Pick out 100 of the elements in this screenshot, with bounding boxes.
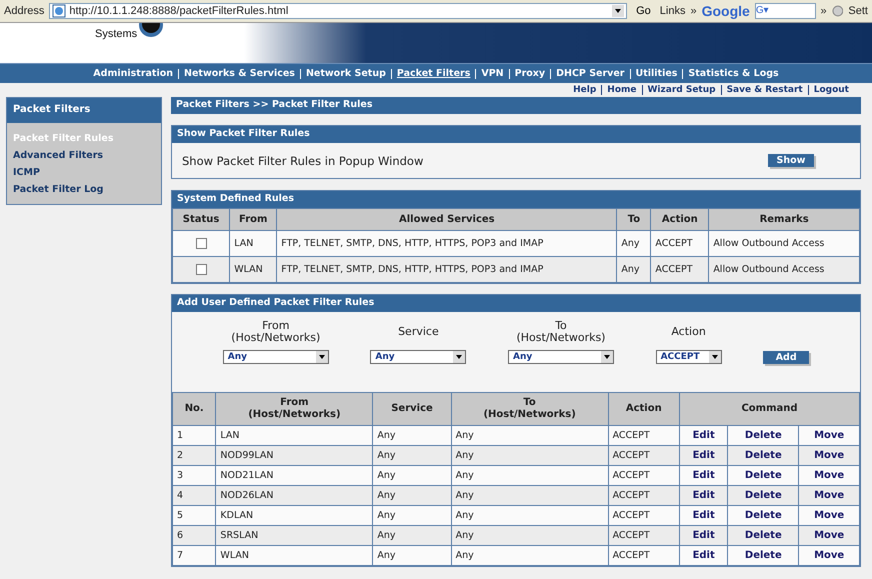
top-link[interactable]: Logout — [808, 85, 854, 95]
select-field[interactable]: ACCEPT — [656, 350, 722, 364]
table-cell: Any — [372, 446, 452, 466]
table-cell: LAN — [216, 426, 373, 446]
table-cell: Any — [451, 486, 608, 506]
sidebar-title: Packet Filters — [7, 98, 161, 123]
table-cell: Any — [372, 506, 452, 526]
show-button[interactable]: Show — [768, 154, 814, 167]
column-header: To — [616, 208, 651, 230]
sidebar-item[interactable]: Advanced Filters — [13, 150, 155, 161]
table-cell: NOD26LAN — [216, 486, 373, 506]
table-cell: Any — [451, 426, 608, 446]
column-header: Allowed Services — [276, 208, 617, 230]
status-checkbox[interactable] — [196, 264, 207, 275]
links-label[interactable]: Links — [660, 5, 686, 17]
top-link[interactable]: Home — [601, 85, 642, 95]
table-cell: 7 — [172, 546, 216, 566]
popup-text: Show Packet Filter Rules in Popup Window — [182, 154, 424, 168]
section-title: System Defined Rules — [172, 191, 860, 208]
status-checkbox[interactable] — [196, 238, 207, 249]
top-link[interactable]: Wizard Setup — [642, 85, 721, 95]
field-label: To (Host/Networks) — [516, 320, 606, 344]
table-cell: LAN — [230, 230, 277, 256]
table-cell: ACCEPT — [608, 466, 680, 486]
table-cell: 2 — [172, 446, 216, 466]
table-cell: ACCEPT — [608, 426, 680, 446]
go-button[interactable]: Go — [632, 5, 655, 17]
table-cell: Any — [372, 546, 452, 566]
field-label: Service — [398, 324, 439, 340]
select-field[interactable]: Any — [508, 350, 614, 364]
table-cell: Any — [616, 256, 651, 282]
table-cell: ACCEPT — [608, 446, 680, 466]
logo-icon — [139, 23, 164, 39]
add-button[interactable]: Add — [763, 351, 810, 364]
table-cell: 6 — [172, 526, 216, 546]
table-cell: Any — [451, 526, 608, 546]
table-cell: Allow Outbound Access — [708, 256, 860, 282]
top-link[interactable]: Help — [568, 85, 602, 95]
chevron-icon[interactable]: » — [690, 5, 697, 17]
section-title: Show Packet Filter Rules — [172, 126, 860, 143]
table-cell: NOD99LAN — [216, 446, 373, 466]
column-header: Action — [608, 392, 680, 426]
table-cell: ACCEPT — [608, 526, 680, 546]
column-header: Service — [372, 392, 452, 426]
nav-link[interactable]: Statistics & Logs — [682, 68, 784, 78]
sidebar-item[interactable]: ICMP — [13, 167, 155, 178]
table-cell: Any — [451, 546, 608, 566]
table-cell: Any — [616, 230, 651, 256]
table-cell: WLAN — [216, 546, 373, 566]
table-cell: Any — [372, 486, 452, 506]
sidebar-item[interactable]: Packet Filter Log — [13, 184, 155, 195]
nav-link[interactable]: Utilities — [630, 68, 682, 78]
column-header: From (Host/Networks) — [216, 392, 373, 426]
column-header: No. — [172, 392, 216, 426]
field-label: From (Host/Networks) — [231, 320, 320, 344]
table-cell: Any — [451, 446, 608, 466]
nav-link[interactable]: DHCP Server — [550, 68, 630, 78]
nav-link[interactable]: Packet Filters — [390, 68, 476, 78]
address-label: Address — [4, 5, 44, 17]
table-cell: 1 — [172, 426, 216, 446]
table-cell: SRSLAN — [216, 526, 373, 546]
table-cell: Any — [372, 526, 452, 546]
column-header: From — [230, 208, 277, 230]
column-header: Action — [650, 208, 709, 230]
table-cell: ACCEPT — [650, 256, 709, 282]
section-title: Add User Defined Packet Filter Rules — [172, 295, 860, 312]
column-header: To (Host/Networks) — [451, 392, 608, 426]
table-cell: 4 — [172, 486, 216, 506]
nav-link[interactable]: Network Setup — [300, 68, 391, 78]
settings-label[interactable]: Sett — [848, 5, 868, 17]
table-cell: Any — [451, 506, 608, 526]
nav-link[interactable]: Networks & Services — [178, 68, 300, 78]
nav-link[interactable]: Proxy — [508, 68, 550, 78]
select-field[interactable]: Any — [222, 350, 329, 364]
search-field[interactable]: G▾ — [754, 3, 816, 19]
table-cell: Any — [451, 466, 608, 486]
nav-link[interactable]: VPN — [475, 68, 509, 78]
table-cell: FTP, TELNET, SMTP, DNS, HTTP, HTTPS, POP3 and IMAP — [276, 256, 617, 282]
table-cell: ACCEPT — [650, 230, 709, 256]
table-cell: ACCEPT — [608, 486, 680, 506]
table-cell: 5 — [172, 506, 216, 526]
top-link[interactable]: Save & Restart — [720, 85, 808, 95]
select-field[interactable]: Any — [370, 350, 466, 364]
table-cell: FTP, TELNET, SMTP, DNS, HTTP, HTTPS, POP3 and IMAP — [276, 230, 617, 256]
table-cell: Allow Outbound Access — [708, 230, 860, 256]
table-cell: ACCEPT — [608, 546, 680, 566]
address-field[interactable]: http://10.1.1.248:8888/packetFilterRules.html — [49, 3, 628, 19]
table-cell: NOD21LAN — [216, 466, 373, 486]
search-brand: Google — [702, 3, 750, 19]
nav-link[interactable]: Administration — [88, 68, 178, 78]
table-cell: Any — [372, 426, 452, 446]
table-cell: ACCEPT — [608, 506, 680, 526]
table-cell: KDLAN — [216, 506, 373, 526]
logo-subtitle: Systems — [95, 28, 138, 40]
column-header: Status — [172, 208, 230, 230]
breadcrumb: Packet Filters >> Packet Filter Rules — [171, 97, 861, 114]
chevron-icon[interactable]: » — [820, 5, 827, 17]
column-header: Command — [680, 392, 860, 426]
table-cell: WLAN — [230, 256, 277, 282]
settings-icon[interactable] — [832, 5, 844, 17]
